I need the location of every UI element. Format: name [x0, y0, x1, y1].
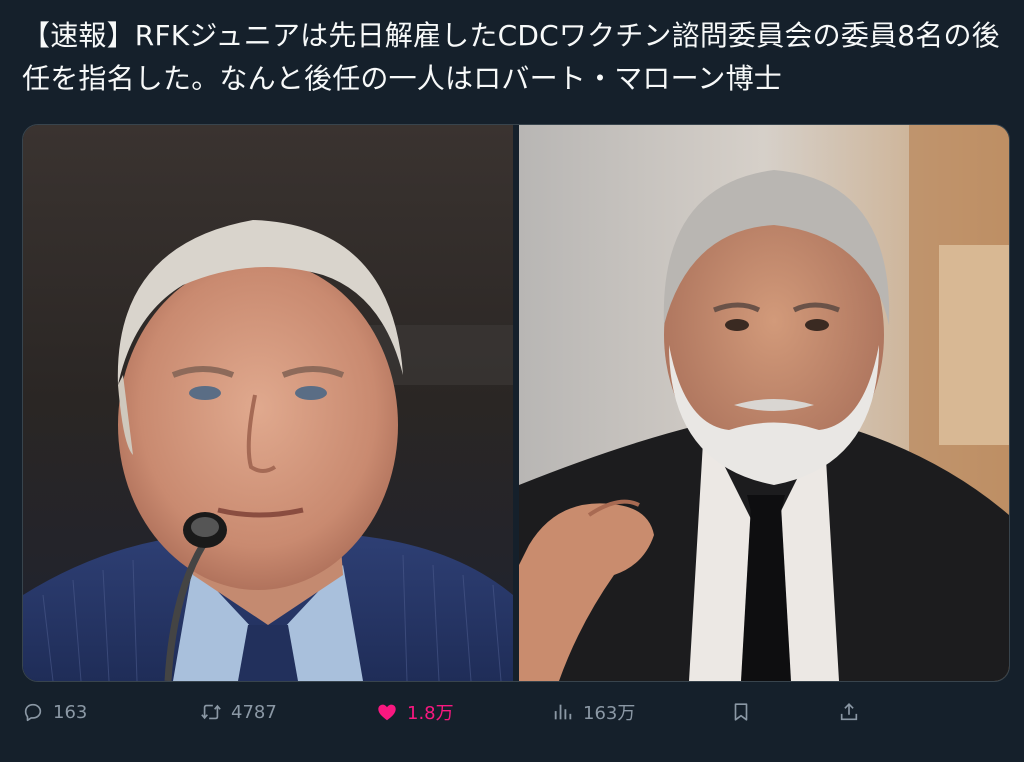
share-icon	[840, 703, 858, 721]
bookmark-button[interactable]	[730, 690, 752, 734]
bookmark-icon	[734, 703, 748, 721]
views-icon	[554, 704, 572, 720]
photo-left[interactable]	[23, 125, 513, 681]
heart-icon	[378, 704, 396, 721]
reply-icon	[24, 703, 42, 722]
photo-right[interactable]	[519, 125, 1009, 681]
tweet-text: 【速報】RFKジュニアは先日解雇したCDCワクチン諮問委員会の委員8名の後任を指…	[22, 19, 1000, 95]
retweet-icon	[201, 704, 221, 720]
retweet-count: 4787	[231, 701, 277, 723]
tweet: 【速報】RFKジュニアは先日解雇したCDCワクチン諮問委員会の委員8名の後任を指…	[0, 0, 1024, 762]
media-grid[interactable]	[22, 124, 1010, 682]
reply-button[interactable]: 163	[22, 690, 87, 734]
views-button[interactable]: 163万	[552, 690, 635, 734]
retweet-button[interactable]: 4787	[200, 690, 277, 734]
action-bar: 163 4787 1.8万 163万	[0, 690, 1024, 734]
photo-left-image	[23, 125, 513, 681]
photo-right-image	[519, 125, 1009, 681]
reply-count: 163	[53, 701, 88, 723]
share-button[interactable]	[838, 690, 860, 734]
like-button[interactable]: 1.8万	[376, 690, 454, 734]
views-count: 163万	[583, 703, 636, 724]
like-count: 1.8万	[407, 703, 454, 724]
